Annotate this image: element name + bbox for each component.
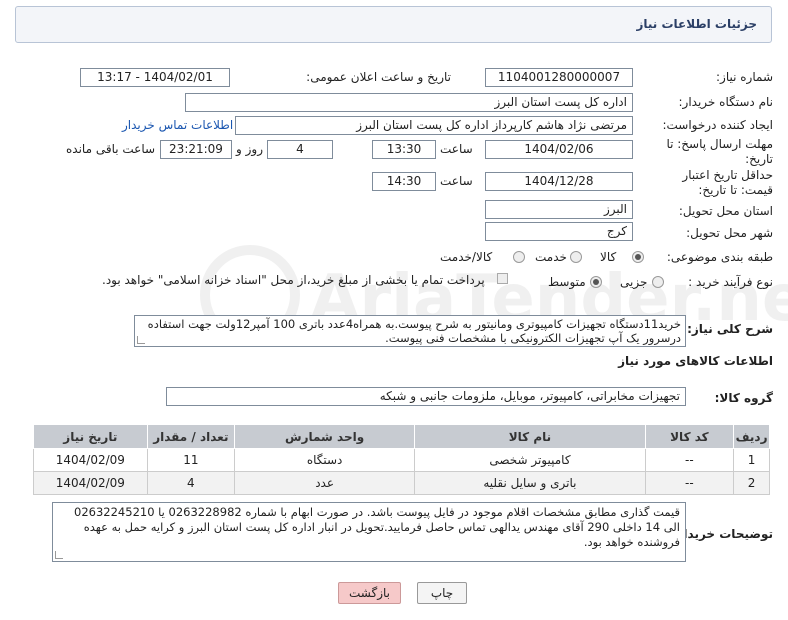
remaining-time-field: 23:21:09 <box>160 140 232 159</box>
back-button[interactable]: بازگشت <box>338 582 401 604</box>
category-option-both: کالا/خدمت <box>440 250 493 264</box>
cell-qty: 4 <box>146 471 236 495</box>
page-title: جزئیات اطلاعات نیاز <box>636 17 757 31</box>
goods-group-label: گروه کالا: <box>714 391 773 405</box>
buyer-notes-field: قیمت گذاری مطابق مشخصات اقلام موجود در ف… <box>52 502 686 562</box>
need-number-field: 1104001280000007 <box>485 68 633 87</box>
contact-info-link[interactable]: اطلاعات تماس خریدار <box>122 118 233 132</box>
cell-date: 1404/02/09 <box>33 448 148 472</box>
table-row: 1 -- کامپیوتر شخصی دستگاه 11 1404/02/09 <box>33 448 770 472</box>
table-row: 2 -- باتری و سایل نقلیه عدد 4 1404/02/09 <box>33 471 770 495</box>
buyer-notes-text: قیمت گذاری مطابق مشخصات اقلام موجود در ف… <box>74 505 680 549</box>
cell-date: 1404/02/09 <box>33 471 148 495</box>
category-radio-service[interactable] <box>570 251 582 263</box>
cell-name: باتری و سایل نقلیه <box>414 471 646 495</box>
city-field: کرج <box>485 222 633 241</box>
category-option-goods: کالا <box>600 250 617 264</box>
description-field: خرید11دستگاه تجهیزات کامپیوتری ومانیتور … <box>134 315 686 347</box>
deadline-label: مهلت ارسال پاسخ: تا تاریخ: <box>666 137 773 166</box>
category-radio-both[interactable] <box>513 251 525 263</box>
validity-time-label: ساعت <box>440 174 473 188</box>
col-code-header: کد کالا <box>644 424 735 449</box>
deadline-date-field: 1404/02/06 <box>485 140 633 159</box>
validity-label: حداقل تاریخ اعتبار قیمت: تا تاریخ: <box>682 168 773 197</box>
creator-field: مرتضی نژاد هاشم کارپرداز اداره کل پست اس… <box>235 116 633 135</box>
description-text: خرید11دستگاه تجهیزات کامپیوتری ومانیتور … <box>147 317 681 345</box>
process-radio-minor[interactable] <box>652 276 664 288</box>
description-label: شرح کلی نیاز: <box>687 322 773 336</box>
deadline-time-label: ساعت <box>440 142 473 156</box>
announce-field: 1404/02/01 - 13:17 <box>80 68 230 87</box>
goods-section-title: اطلاعات کالاهای مورد نیاز <box>618 354 773 368</box>
days-field: 4 <box>267 140 333 159</box>
resize-grip[interactable] <box>137 336 145 344</box>
resize-grip[interactable] <box>55 551 63 559</box>
goods-table: ردیف کد کالا نام کالا واحد شمارش تعداد /… <box>33 424 770 495</box>
col-qty-header: تعداد / مقدار <box>146 424 236 449</box>
process-option-medium: متوسط <box>548 275 586 289</box>
validity-date-field: 1404/12/28 <box>485 172 633 191</box>
payment-note: پرداخت تمام یا بخشی از مبلغ خرید،از محل … <box>102 273 485 287</box>
buyer-notes-label: توضیحات خریدار: <box>671 527 773 541</box>
table-header-row: ردیف کد کالا نام کالا واحد شمارش تعداد /… <box>33 424 770 449</box>
deadline-time-field: 13:30 <box>372 140 436 159</box>
buyer-org-field: اداره کل پست استان البرز <box>185 93 633 112</box>
cell-code: -- <box>644 471 735 495</box>
cell-name: کامپیوتر شخصی <box>414 448 646 472</box>
need-number-label: شماره نیاز: <box>716 70 773 84</box>
province-field: البرز <box>485 200 633 219</box>
header-panel: جزئیات اطلاعات نیاز <box>15 6 772 43</box>
category-label: طبقه بندی موضوعی: <box>666 250 773 264</box>
creator-label: ایجاد کننده درخواست: <box>662 118 773 132</box>
cell-unit: دستگاه <box>234 448 416 472</box>
process-option-minor: جزیی <box>620 275 648 289</box>
category-option-service: خدمت <box>535 250 567 264</box>
col-row-header: ردیف <box>733 424 770 449</box>
buyer-org-label: نام دستگاه خریدار: <box>678 95 774 109</box>
process-radio-medium[interactable] <box>590 276 602 288</box>
cell-row: 1 <box>733 448 770 472</box>
city-label: شهر محل تحویل: <box>686 226 773 240</box>
treasury-checkbox[interactable] <box>497 273 508 284</box>
cell-row: 2 <box>733 471 770 495</box>
announce-label: تاریخ و ساعت اعلان عمومی: <box>306 70 451 84</box>
province-label: استان محل تحویل: <box>678 204 773 218</box>
category-radio-goods[interactable] <box>632 251 644 263</box>
process-label: نوع فرآیند خرید : <box>688 275 773 289</box>
col-name-header: نام کالا <box>414 424 646 449</box>
cell-unit: عدد <box>234 471 416 495</box>
remaining-label: ساعت باقی مانده <box>66 142 156 156</box>
col-date-header: تاریخ نیاز <box>33 424 148 449</box>
cell-code: -- <box>644 448 735 472</box>
goods-group-field: تجهیزات مخابراتی، کامپیوتر، موبایل، ملزو… <box>166 387 686 406</box>
print-button[interactable]: چاپ <box>417 582 467 604</box>
cell-qty: 11 <box>146 448 236 472</box>
validity-time-field: 14:30 <box>372 172 436 191</box>
days-label: روز و <box>236 142 263 156</box>
col-unit-header: واحد شمارش <box>234 424 416 449</box>
